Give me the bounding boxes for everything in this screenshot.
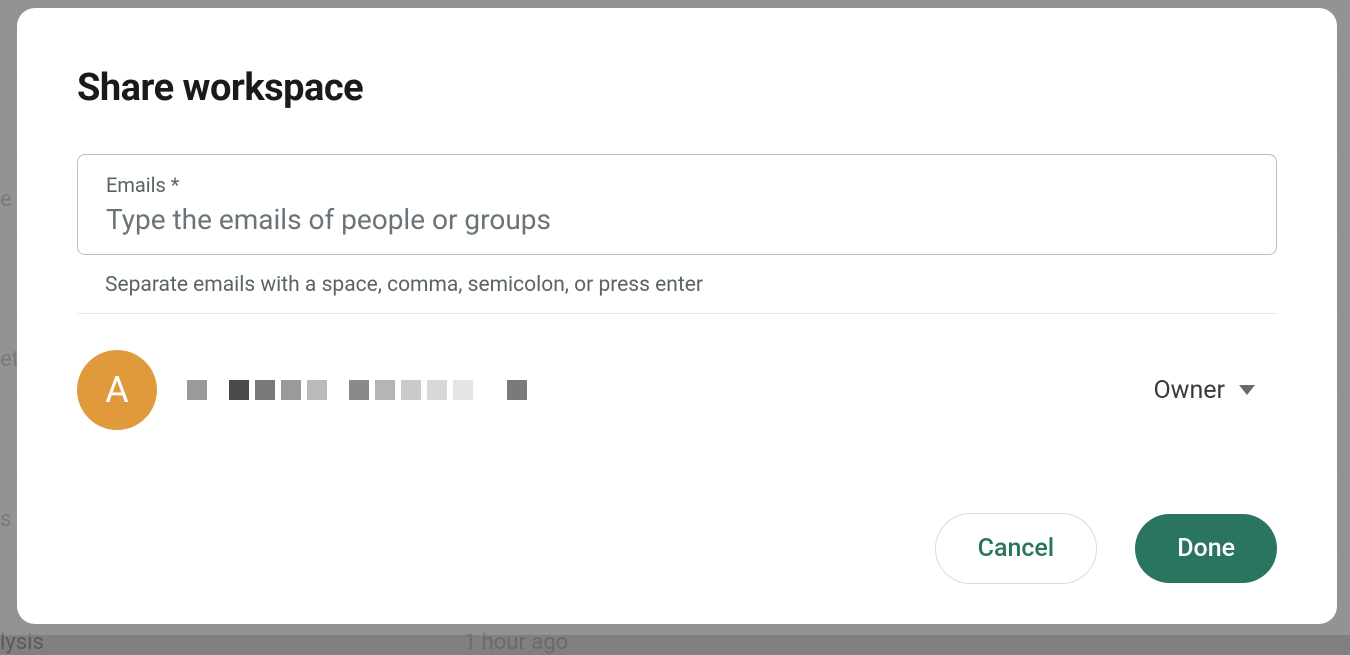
role-label: Owner	[1153, 376, 1225, 405]
emails-field[interactable]: Emails *	[77, 154, 1277, 255]
cancel-button[interactable]: Cancel	[935, 513, 1098, 584]
emails-input[interactable]	[106, 203, 1248, 236]
member-name-redacted	[187, 380, 1123, 400]
role-dropdown[interactable]: Owner	[1153, 376, 1277, 405]
emails-helper-text: Separate emails with a space, comma, sem…	[77, 273, 1277, 314]
emails-label: Emails *	[106, 173, 1248, 197]
chevron-down-icon	[1239, 385, 1255, 395]
avatar: A	[77, 350, 157, 430]
modal-title: Share workspace	[77, 66, 1277, 110]
button-row: Cancel Done	[77, 513, 1277, 584]
share-workspace-modal: Share workspace Emails * Separate emails…	[17, 8, 1337, 624]
member-row: A Owner	[77, 350, 1277, 430]
done-button[interactable]: Done	[1135, 514, 1277, 583]
